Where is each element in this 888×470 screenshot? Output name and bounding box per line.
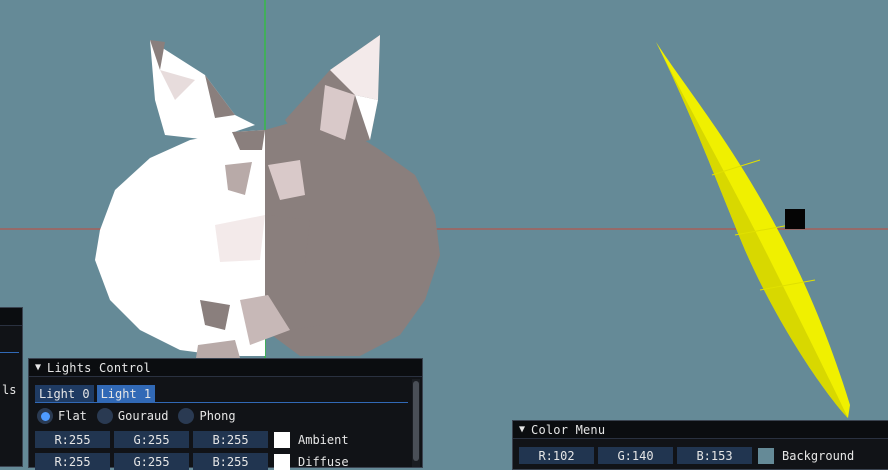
diffuse-row: R:255 G:255 B:255 Diffuse <box>35 453 349 470</box>
left-panel-divider <box>0 352 19 353</box>
radio-gouraud-dot-icon[interactable] <box>96 408 113 424</box>
animal-head-model <box>95 35 440 358</box>
color-menu-titlebar[interactable]: ▼ Color Menu <box>513 421 888 439</box>
lights-panel-scrollbar[interactable] <box>412 379 420 467</box>
ambient-color-swatch[interactable] <box>274 431 290 448</box>
radio-flat-label: Flat <box>58 409 87 423</box>
radio-phong-label: Phong <box>199 409 236 423</box>
ambient-r-field[interactable]: R:255 <box>35 431 110 448</box>
banana-model <box>656 42 850 418</box>
radio-gouraud[interactable]: Gouraud <box>96 408 169 424</box>
shading-radio-group: Flat Gouraud Phong <box>37 408 236 424</box>
radio-gouraud-label: Gouraud <box>117 409 169 423</box>
background-g-field[interactable]: G:140 <box>598 447 673 464</box>
lights-panel-scrollbar-thumb[interactable] <box>413 381 419 461</box>
color-menu-title: Color Menu <box>531 422 606 437</box>
radio-phong[interactable]: Phong <box>178 408 236 424</box>
background-row: R:102 G:140 B:153 Background <box>519 447 854 464</box>
color-menu-panel[interactable]: ▼ Color Menu R:102 G:140 B:153 Backgroun… <box>512 420 888 470</box>
background-color-swatch[interactable] <box>758 447 774 464</box>
lights-control-title: Lights Control <box>47 360 151 375</box>
lights-control-panel[interactable]: ▼ Lights Control Light 0 Light 1 Flat Go… <box>28 358 423 470</box>
background-r-field[interactable]: R:102 <box>519 447 594 464</box>
left-panel-partial-text: ls <box>2 383 17 397</box>
radio-flat-dot-icon[interactable] <box>37 408 53 424</box>
tab-light-1[interactable]: Light 1 <box>96 385 156 402</box>
color-menu-collapse-triangle-icon[interactable]: ▼ <box>519 424 525 435</box>
background-label: Background <box>782 448 855 463</box>
diffuse-g-field[interactable]: G:255 <box>114 453 189 470</box>
lights-control-titlebar[interactable]: ▼ Lights Control <box>29 359 422 377</box>
ambient-label: Ambient <box>298 432 349 447</box>
left-panel-titlebar[interactable] <box>0 308 22 326</box>
diffuse-b-field[interactable]: B:255 <box>193 453 268 470</box>
diffuse-r-field[interactable]: R:255 <box>35 453 110 470</box>
radio-phong-dot-icon[interactable] <box>178 408 195 424</box>
diffuse-color-swatch[interactable] <box>274 453 290 470</box>
diffuse-label: Diffuse <box>298 454 349 469</box>
light-source-marker[interactable] <box>785 209 805 229</box>
radio-flat[interactable]: Flat <box>37 408 87 424</box>
ambient-g-field[interactable]: G:255 <box>114 431 189 448</box>
background-b-field[interactable]: B:153 <box>677 447 752 464</box>
collapse-triangle-icon[interactable]: ▼ <box>35 362 41 373</box>
ambient-b-field[interactable]: B:255 <box>193 431 268 448</box>
light-tabs: Light 0 Light 1 <box>35 385 156 402</box>
ambient-row: R:255 G:255 B:255 Ambient <box>35 431 349 448</box>
left-panel-partial[interactable]: ls <box>0 307 23 467</box>
tab-light-0[interactable]: Light 0 <box>35 385 94 402</box>
tab-underline <box>35 402 408 403</box>
